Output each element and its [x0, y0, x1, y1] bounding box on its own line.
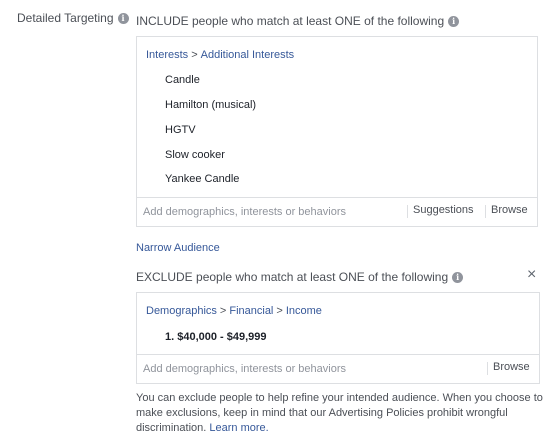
exclude-header-text: EXCLUDE people who match at least ONE of…: [136, 270, 449, 284]
exclude-search-input[interactable]: [137, 355, 477, 383]
exclude-breadcrumb: Demographics > Financial > Income: [146, 305, 322, 317]
exclude-item-income-range[interactable]: 1. $40,000 - $49,999: [165, 331, 267, 343]
narrow-audience-link[interactable]: Narrow Audience: [136, 242, 220, 254]
exclude-browse-button[interactable]: Browse: [487, 361, 530, 373]
include-header: INCLUDE people who match at least ONE of…: [136, 14, 460, 28]
include-search-input[interactable]: [137, 198, 403, 226]
exclusion-help-text: You can exclude people to help refine yo…: [136, 391, 546, 436]
info-icon[interactable]: i: [452, 272, 464, 283]
include-targeting-box: Interests > Additional Interests Candle Ha…: [136, 36, 538, 227]
help-text-body: You can exclude people to help refine yo…: [136, 392, 543, 434]
include-item-yankee-candle[interactable]: Yankee Candle: [165, 173, 239, 185]
breadcrumb-separator: >: [191, 49, 198, 61]
include-search-row: Suggestions Browse: [137, 197, 537, 226]
learn-more-link[interactable]: Learn more.: [209, 422, 268, 434]
info-icon[interactable]: i: [448, 16, 460, 27]
breadcrumb-interests-link[interactable]: Interests: [146, 49, 188, 61]
breadcrumb-income-link[interactable]: Income: [286, 305, 322, 317]
breadcrumb-financial-link[interactable]: Financial: [229, 305, 273, 317]
breadcrumb-additional-interests-link[interactable]: Additional Interests: [201, 49, 295, 61]
detailed-targeting-label: Detailed Targeting i: [17, 11, 129, 25]
breadcrumb-demographics-link[interactable]: Demographics: [146, 305, 217, 317]
close-icon[interactable]: ×: [527, 267, 536, 283]
exclude-targeting-box: Demographics > Financial > Income 1. $40,000…: [136, 292, 540, 384]
suggestions-button[interactable]: Suggestions: [407, 204, 474, 216]
include-header-text: INCLUDE people who match at least ONE of…: [136, 14, 445, 28]
include-item-hgtv[interactable]: HGTV: [165, 124, 196, 136]
breadcrumb-separator: >: [276, 305, 283, 317]
include-breadcrumb: Interests > Additional Interests: [146, 49, 294, 61]
detailed-targeting-label-text: Detailed Targeting: [17, 11, 114, 25]
include-item-candle[interactable]: Candle: [165, 74, 200, 86]
include-item-slow-cooker[interactable]: Slow cooker: [165, 149, 225, 161]
breadcrumb-separator: >: [219, 305, 227, 317]
info-icon[interactable]: i: [117, 13, 129, 24]
exclude-search-row: Browse: [137, 354, 539, 383]
exclude-header: EXCLUDE people who match at least ONE of…: [136, 270, 464, 284]
include-browse-button[interactable]: Browse: [485, 204, 528, 216]
include-item-hamilton[interactable]: Hamilton (musical): [165, 99, 256, 111]
